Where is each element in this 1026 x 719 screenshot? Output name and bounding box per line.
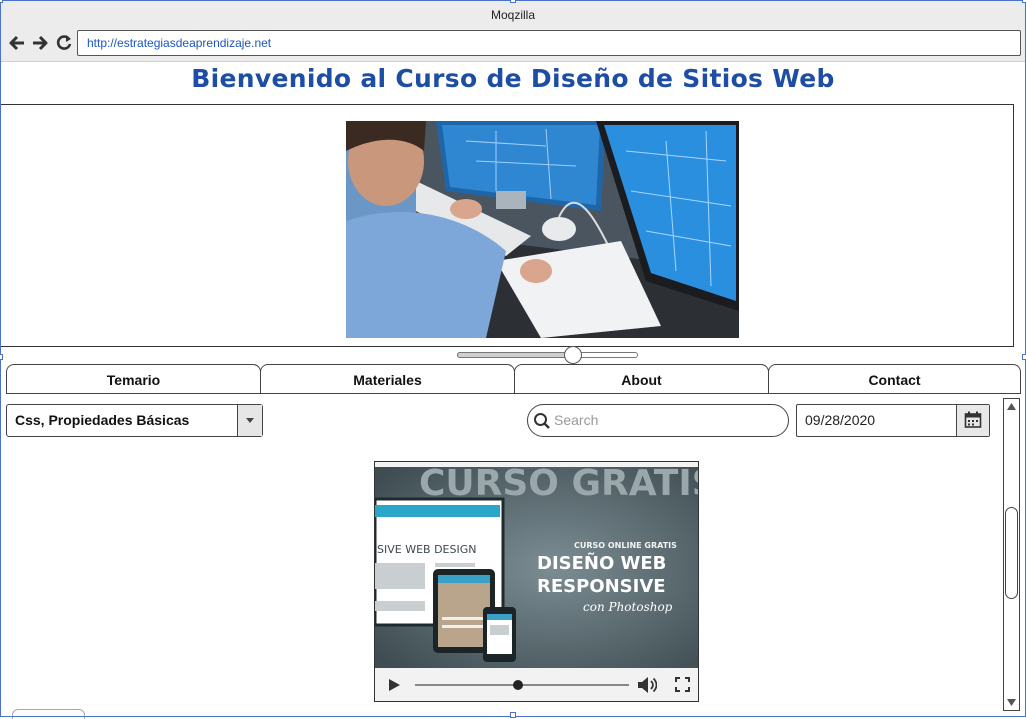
back-arrow-icon[interactable] <box>7 33 27 53</box>
tab-contact[interactable]: Contact <box>768 364 1021 394</box>
url-field[interactable]: http://estrategiasdeaprendizaje.net <box>77 30 1021 56</box>
tab-about[interactable]: About <box>514 364 769 394</box>
bottom-tab-stub <box>12 709 85 719</box>
video-overlay-side: SIVE WEB DESIGN <box>377 543 476 556</box>
scroll-down-icon[interactable] <box>1004 695 1019 710</box>
video-overlay-small: CURSO ONLINE GRATIS <box>574 541 677 550</box>
video-controls <box>375 669 698 701</box>
resize-handle[interactable] <box>510 0 516 3</box>
video-thumbnail: CURSO GRATIS SIVE WEB DESIGN CURSO ONLIN… <box>375 467 698 668</box>
url-text: http://estrategiasdeaprendizaje.net <box>87 36 272 50</box>
banner-image <box>346 121 739 338</box>
play-icon[interactable] <box>387 678 401 692</box>
video-overlay-line3: con Photoshop <box>583 600 673 614</box>
slider-fill <box>457 352 573 358</box>
fullscreen-icon[interactable] <box>675 677 690 692</box>
resize-handle[interactable] <box>0 354 3 360</box>
banner-frame <box>0 104 1014 347</box>
tab-bar: Temario Materiales About Contact <box>6 364 1021 394</box>
video-progress-knob[interactable] <box>513 680 523 690</box>
page-title: Bienvenido al Curso de Diseño de Sitios … <box>191 64 835 93</box>
calendar-icon <box>964 411 982 428</box>
chevron-down-icon[interactable] <box>237 405 262 436</box>
resize-handle[interactable] <box>1022 0 1026 3</box>
tab-temario[interactable]: Temario <box>6 364 261 394</box>
search-input[interactable]: Search <box>527 404 789 437</box>
banner-slider[interactable] <box>457 346 638 364</box>
forward-arrow-icon[interactable] <box>30 33 50 53</box>
dropdown-value: Css, Propiedades Básicas <box>15 412 190 428</box>
resize-handle[interactable] <box>1022 354 1026 360</box>
tab-materiales[interactable]: Materiales <box>260 364 515 394</box>
scroll-thumb[interactable] <box>1005 507 1018 599</box>
video-player[interactable]: CURSO GRATIS SIVE WEB DESIGN CURSO ONLIN… <box>374 461 699 702</box>
topic-dropdown[interactable]: Css, Propiedades Básicas <box>6 404 263 437</box>
resize-handle[interactable] <box>510 712 516 718</box>
reload-icon[interactable] <box>54 33 74 53</box>
date-field[interactable]: 09/28/2020 <box>796 404 990 437</box>
search-icon <box>534 413 550 429</box>
window-title: Moqzilla <box>490 8 535 22</box>
window-title-bar: Moqzilla <box>1 1 1025 27</box>
vertical-scrollbar[interactable] <box>1003 398 1020 711</box>
scroll-up-icon[interactable] <box>1004 399 1019 414</box>
date-value: 09/28/2020 <box>805 412 876 428</box>
resize-handle[interactable] <box>0 0 3 3</box>
video-overlay-line2: RESPONSIVE <box>537 576 666 597</box>
slider-thumb[interactable] <box>564 346 582 364</box>
volume-icon[interactable] <box>637 676 657 694</box>
search-placeholder: Search <box>554 412 599 428</box>
video-overlay-line1: DISEÑO WEB <box>537 551 666 574</box>
tab-divider <box>6 393 1021 394</box>
calendar-button[interactable] <box>956 405 989 436</box>
browser-toolbar: http://estrategiasdeaprendizaje.net <box>1 27 1025 62</box>
